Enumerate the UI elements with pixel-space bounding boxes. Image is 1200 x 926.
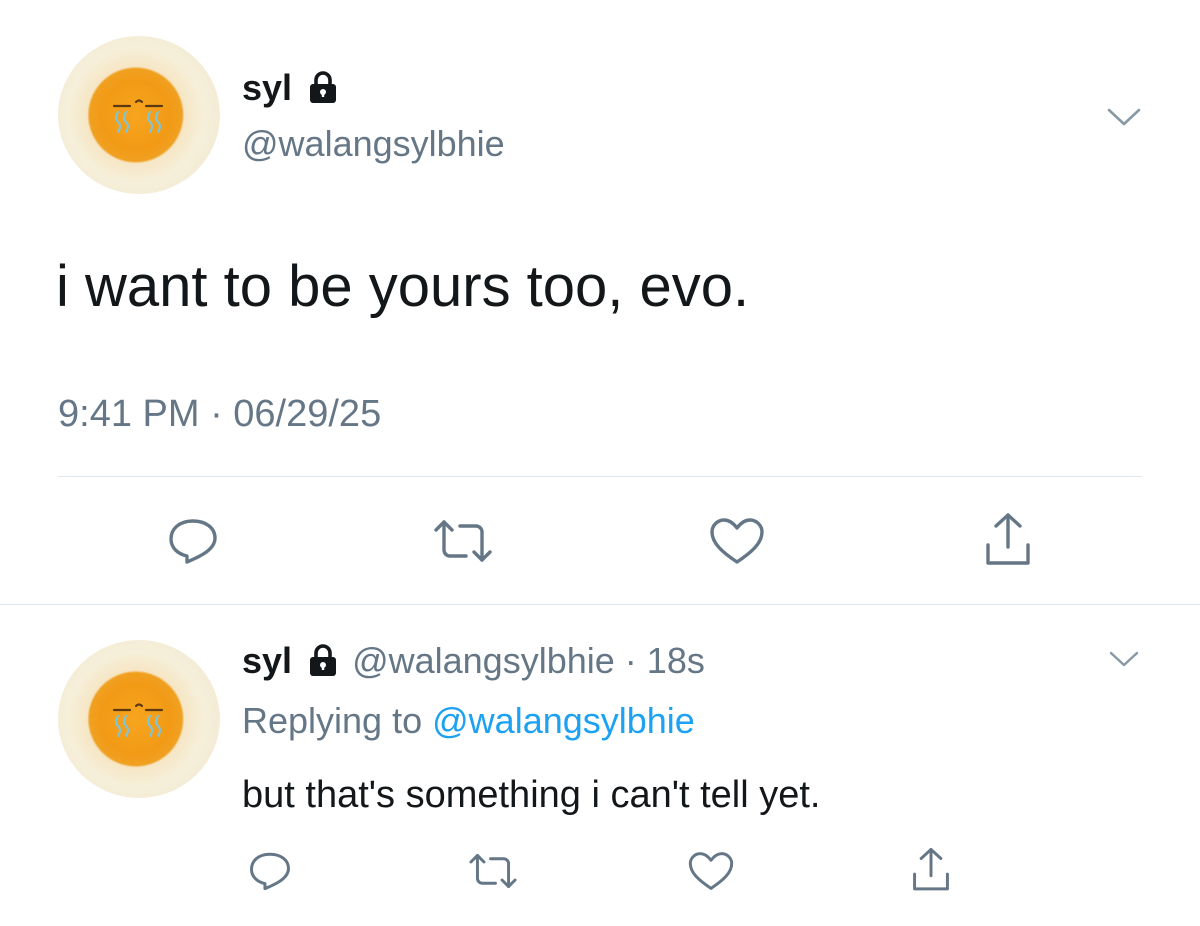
reply-chevron-down-icon[interactable]	[1104, 644, 1144, 674]
retweet-icon[interactable]	[428, 516, 498, 566]
tweet-separator	[0, 604, 1200, 605]
main-avatar[interactable]	[58, 36, 220, 194]
main-tweet-text: i want to be yours too, evo.	[56, 254, 750, 319]
like-icon[interactable]	[684, 848, 738, 894]
main-author-name[interactable]: syl	[242, 68, 338, 111]
reply-avatar[interactable]	[58, 640, 220, 798]
replying-to-prefix: Replying to	[242, 700, 423, 741]
reply-author-name[interactable]: syl	[242, 640, 292, 681]
lock-icon	[308, 643, 338, 685]
crying-face-icon	[112, 99, 164, 133]
reply-time-separator: ·	[624, 640, 637, 681]
like-icon[interactable]	[704, 514, 770, 568]
reply-time-ago[interactable]: 18s	[647, 640, 705, 681]
reply-tweet-text: but that's something i can't tell yet.	[242, 774, 821, 816]
reply-header: syl @walangsylbhie · 18s	[242, 640, 705, 685]
crying-face-icon	[112, 703, 164, 737]
replying-to-link[interactable]: @walangsylbhie	[432, 700, 695, 741]
main-chevron-down-icon[interactable]	[1104, 102, 1144, 132]
retweet-icon[interactable]	[464, 850, 522, 892]
main-author-handle[interactable]: @walangsylbhie	[242, 124, 505, 164]
share-icon[interactable]	[906, 844, 956, 896]
replying-to-line: Replying to @walangsylbhie	[242, 700, 695, 742]
main-tweet-timestamp[interactable]: 9:41 PM · 06/29/25	[58, 392, 381, 436]
reply-icon[interactable]	[244, 848, 296, 894]
reply-author-handle[interactable]: @walangsylbhie	[352, 640, 615, 681]
lock-icon	[308, 71, 338, 111]
reply-icon[interactable]	[162, 514, 224, 568]
author-name-text: syl	[242, 67, 293, 108]
main-tweet-divider	[58, 476, 1142, 477]
share-icon[interactable]	[978, 510, 1038, 570]
